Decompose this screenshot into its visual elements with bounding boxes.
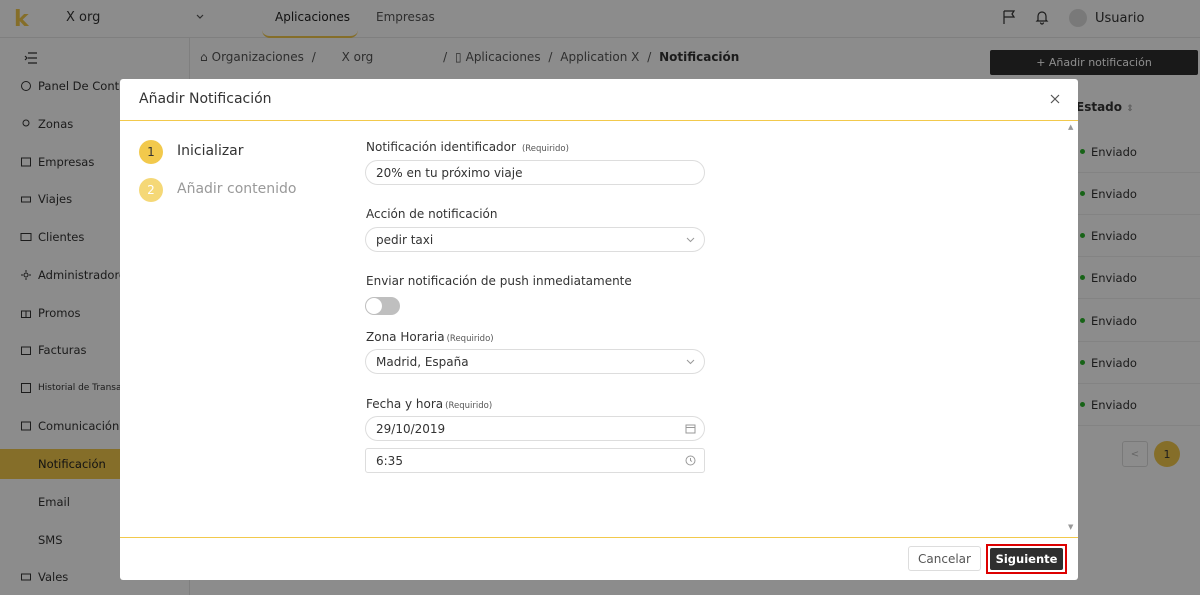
modal-footer-divider (120, 537, 1078, 538)
date-input[interactable]: 29/10/2019 (365, 416, 705, 441)
timezone-select[interactable]: Madrid, España (365, 349, 705, 374)
push-immediately-toggle[interactable] (365, 297, 400, 315)
step-2-label: Añadir contenido (177, 181, 297, 197)
required-tag: (Requirido) (521, 144, 569, 154)
field-label-text: Fecha y hora (366, 397, 444, 411)
chevron-down-icon (686, 237, 695, 243)
notification-id-input[interactable]: 20% en tu próximo viaje (365, 160, 705, 185)
modal-header-divider (120, 120, 1078, 121)
step-1-number: 1 (139, 140, 163, 164)
cancel-button[interactable]: Cancelar (908, 546, 981, 571)
field-label-text: Zona Horaria (366, 330, 445, 344)
chevron-down-icon (686, 359, 695, 365)
modal-scrollbar[interactable]: ▲ ▼ (1066, 123, 1076, 535)
calendar-icon[interactable] (685, 423, 696, 434)
date-value: 29/10/2019 (376, 421, 446, 436)
add-notification-modal: Añadir Notificación ▲ ▼ 1 Inicializar 2 … (120, 79, 1078, 580)
step-2-number: 2 (139, 178, 163, 202)
scroll-down-icon[interactable]: ▼ (1068, 523, 1073, 531)
next-button-highlight: Siguiente (986, 544, 1067, 574)
required-tag: (Requirido) (445, 401, 493, 411)
step-1-label: Inicializar (177, 143, 244, 159)
notification-id-label: Notificación identificador (Requirido) (366, 140, 569, 154)
push-immediately-label: Enviar notificación de push inmediatamen… (366, 274, 632, 288)
time-value: 6:35 (376, 453, 403, 468)
timezone-label: Zona Horaria (Requirido) (366, 330, 494, 344)
select-value: pedir taxi (376, 232, 434, 247)
select-value: Madrid, España (376, 354, 469, 369)
field-label-text: Notificación identificador (366, 140, 516, 154)
next-button[interactable]: Siguiente (990, 548, 1063, 570)
clock-icon[interactable] (685, 455, 696, 466)
time-input[interactable]: 6:35 (365, 448, 705, 473)
close-icon[interactable] (1048, 92, 1062, 106)
scroll-up-icon[interactable]: ▲ (1068, 123, 1073, 131)
required-tag: (Requirido) (446, 334, 494, 344)
notification-action-select[interactable]: pedir taxi (365, 227, 705, 252)
modal-title: Añadir Notificación (139, 91, 272, 107)
notification-action-label: Acción de notificación (366, 207, 498, 221)
toggle-knob (366, 298, 382, 314)
datetime-label: Fecha y hora (Requirido) (366, 397, 492, 411)
